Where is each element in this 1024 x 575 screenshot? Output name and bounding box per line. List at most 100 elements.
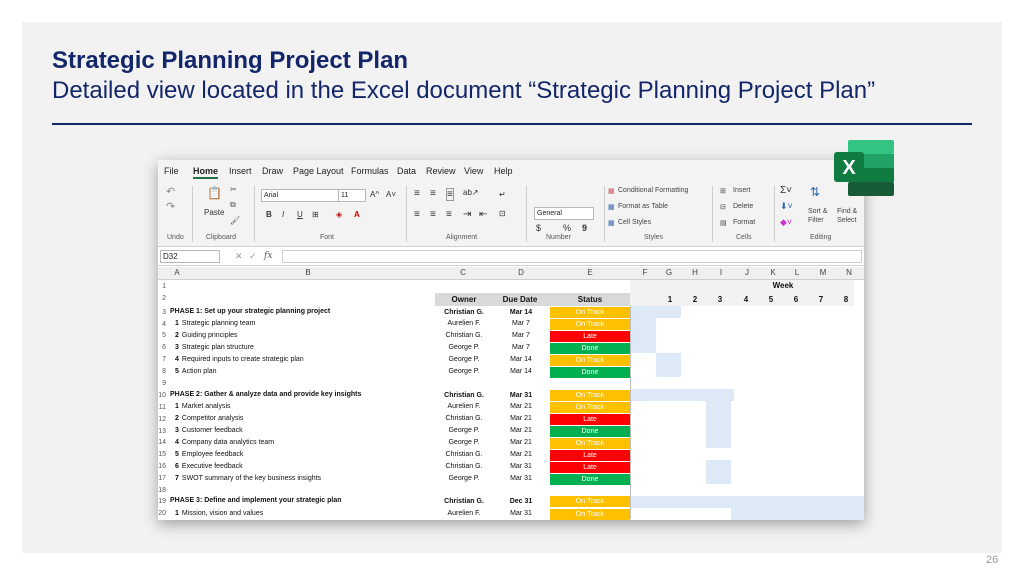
- wrap-text-icon[interactable]: ↵: [499, 190, 506, 199]
- row-number[interactable]: 15: [158, 451, 166, 458]
- row-number[interactable]: 11: [158, 404, 166, 411]
- row-number[interactable]: 2: [158, 295, 166, 302]
- task-owner[interactable]: George P.: [436, 344, 492, 351]
- phase-owner[interactable]: Christian G.: [436, 392, 492, 399]
- menu-home[interactable]: Home: [193, 166, 219, 179]
- task-due[interactable]: Mar 21: [493, 427, 549, 434]
- delete-cells-button[interactable]: Delete: [733, 203, 753, 210]
- row-number[interactable]: 5: [158, 332, 166, 339]
- increase-font-icon[interactable]: A^: [370, 190, 379, 199]
- task-due[interactable]: Mar 31: [493, 510, 549, 517]
- status-badge[interactable]: On Track: [550, 307, 630, 318]
- task-owner[interactable]: Aurelien F.: [436, 403, 492, 410]
- confirm-icon[interactable]: ✓: [249, 251, 257, 262]
- status-badge[interactable]: On Track: [550, 355, 630, 366]
- sort-filter-label-1[interactable]: Sort &: [808, 208, 827, 215]
- phase-owner[interactable]: Christian G.: [436, 309, 492, 316]
- task-due[interactable]: Mar 7: [493, 332, 549, 339]
- status-badge[interactable]: Late: [550, 450, 630, 461]
- phase-title[interactable]: PHASE 3: Define and implement your strat…: [170, 497, 342, 504]
- task-due[interactable]: Mar 21: [493, 439, 549, 446]
- formula-input[interactable]: [282, 250, 862, 263]
- fill-color-icon[interactable]: ◈: [336, 210, 342, 219]
- row-number[interactable]: 3: [158, 309, 166, 316]
- menu-formulas[interactable]: Formulas: [351, 166, 389, 176]
- status-badge[interactable]: On Track: [550, 319, 630, 330]
- redo-icon[interactable]: ↷: [166, 200, 175, 213]
- align-middle-icon[interactable]: ≡: [430, 188, 436, 199]
- status-badge[interactable]: Late: [550, 414, 630, 425]
- col-e[interactable]: E: [585, 268, 595, 277]
- task-owner[interactable]: Christian G.: [436, 463, 492, 470]
- row-number[interactable]: 17: [158, 475, 166, 482]
- menu-view[interactable]: View: [464, 166, 483, 176]
- fill-icon[interactable]: ⬇˅: [780, 201, 793, 212]
- clear-icon[interactable]: ◆˅: [780, 217, 792, 228]
- format-painter-icon[interactable]: 🖌: [230, 216, 240, 225]
- find-select-label-2[interactable]: Select: [837, 217, 856, 224]
- col-l[interactable]: L: [792, 268, 802, 277]
- task-due[interactable]: Mar 21: [493, 415, 549, 422]
- col-d[interactable]: D: [516, 268, 526, 277]
- sort-filter-label-2[interactable]: Filter: [808, 217, 824, 224]
- status-badge[interactable]: On Track: [550, 496, 630, 507]
- align-bottom-icon[interactable]: ≡: [446, 188, 454, 201]
- task-due[interactable]: Mar 14: [493, 368, 549, 375]
- task-owner[interactable]: Christian G.: [436, 451, 492, 458]
- col-g[interactable]: G: [664, 268, 674, 277]
- align-top-icon[interactable]: ≡: [414, 188, 420, 199]
- paste-icon[interactable]: 📋: [207, 186, 222, 200]
- italic-button[interactable]: I: [282, 210, 284, 219]
- menu-file[interactable]: File: [164, 166, 179, 176]
- status-badge[interactable]: On Track: [550, 390, 630, 401]
- currency-button[interactable]: $: [536, 223, 541, 233]
- row-number[interactable]: 12: [158, 416, 166, 423]
- phase-due[interactable]: Mar 31: [493, 392, 549, 399]
- cut-icon[interactable]: ✂: [230, 185, 237, 194]
- task-due[interactable]: Mar 31: [493, 475, 549, 482]
- col-f[interactable]: F: [640, 268, 650, 277]
- status-badge[interactable]: On Track: [550, 438, 630, 449]
- format-cells-button[interactable]: Format: [733, 219, 755, 226]
- phase-due[interactable]: Dec 31: [493, 498, 549, 505]
- row-number[interactable]: 4: [158, 321, 166, 328]
- status-badge[interactable]: Done: [550, 367, 630, 378]
- phase-due[interactable]: Mar 14: [493, 309, 549, 316]
- format-as-table-button[interactable]: Format as Table: [618, 203, 668, 210]
- col-b[interactable]: B: [303, 268, 313, 277]
- menu-help[interactable]: Help: [494, 166, 513, 176]
- cell-styles-button[interactable]: Cell Styles: [618, 219, 651, 226]
- col-j[interactable]: J: [742, 268, 752, 277]
- bold-button[interactable]: B: [266, 210, 272, 219]
- align-right-icon[interactable]: ≡: [446, 209, 452, 220]
- col-k[interactable]: K: [768, 268, 778, 277]
- menu-review[interactable]: Review: [426, 166, 456, 176]
- copy-icon[interactable]: ⧉: [230, 200, 236, 210]
- paste-label[interactable]: Paste: [204, 208, 224, 217]
- row-number[interactable]: 8: [158, 368, 166, 375]
- font-color-icon[interactable]: A: [354, 210, 360, 219]
- number-format-box[interactable]: General: [534, 207, 594, 220]
- row-number[interactable]: 14: [158, 439, 166, 446]
- function-icon[interactable]: fx: [264, 251, 272, 261]
- name-box[interactable]: D32: [160, 250, 220, 263]
- insert-cells-button[interactable]: Insert: [733, 187, 751, 194]
- task-due[interactable]: Mar 7: [493, 344, 549, 351]
- status-badge[interactable]: Done: [550, 474, 630, 485]
- status-badge[interactable]: Done: [550, 426, 630, 437]
- orientation-icon[interactable]: ab↗: [463, 188, 479, 197]
- font-size-box[interactable]: 11: [338, 189, 366, 202]
- col-m[interactable]: M: [818, 268, 828, 277]
- row-number[interactable]: 18: [158, 487, 166, 494]
- menu-draw[interactable]: Draw: [262, 166, 283, 176]
- col-h[interactable]: H: [690, 268, 700, 277]
- conditional-formatting-button[interactable]: Conditional Formatting: [618, 187, 688, 194]
- row-number[interactable]: 7: [158, 356, 166, 363]
- col-c[interactable]: C: [458, 268, 468, 277]
- indent-icon[interactable]: ⇥: [463, 209, 471, 220]
- find-select-label-1[interactable]: Find &: [837, 208, 857, 215]
- decrease-font-icon[interactable]: A˅: [386, 190, 396, 199]
- task-owner[interactable]: George P.: [436, 356, 492, 363]
- status-badge[interactable]: On Track: [550, 509, 630, 520]
- task-owner[interactable]: George P.: [436, 475, 492, 482]
